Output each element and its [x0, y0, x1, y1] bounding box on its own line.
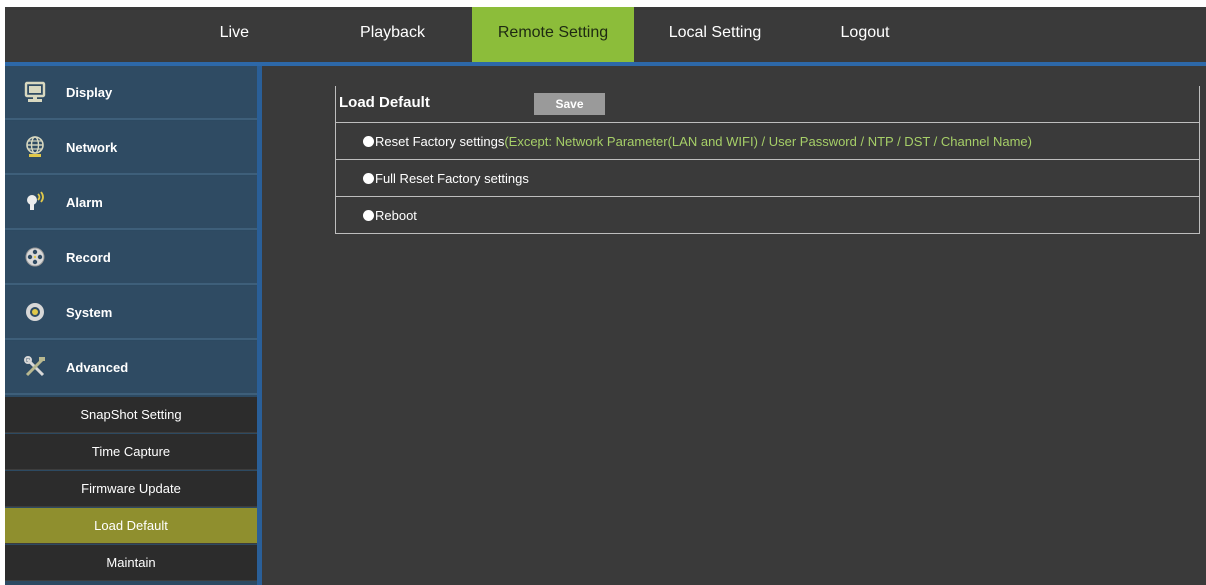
submenu-item-time-capture[interactable]: Time Capture	[5, 434, 257, 470]
reset-factory-radio[interactable]	[363, 136, 374, 147]
reboot-option[interactable]: Reboot	[363, 197, 417, 234]
reset-factory-label: Reset Factory settings	[375, 134, 505, 149]
gear-icon	[26, 303, 44, 321]
option-row-reset-factory: Reset Factory settings(Except: Network P…	[336, 123, 1199, 160]
sidebar-item-label: Alarm	[66, 195, 103, 210]
full-reset-label: Full Reset Factory settings	[375, 171, 529, 186]
nav-local-setting[interactable]: Local Setting	[645, 7, 785, 62]
film-reel-icon	[25, 247, 45, 267]
sidebar-item-advanced[interactable]: Advanced	[5, 341, 257, 395]
sidebar-item-record[interactable]: Record	[5, 231, 257, 285]
full-reset-option[interactable]: Full Reset Factory settings	[363, 160, 529, 197]
tools-icon	[24, 356, 45, 377]
load-default-panel: Load Default Save Reset Factory settings…	[335, 86, 1200, 234]
main-content: Load Default Save Reset Factory settings…	[262, 66, 1206, 585]
sidebar-item-label: System	[66, 305, 113, 320]
save-button[interactable]: Save	[534, 93, 605, 115]
full-reset-radio[interactable]	[363, 173, 374, 184]
reboot-radio[interactable]	[363, 210, 374, 221]
sidebar-item-label: Record	[66, 250, 111, 265]
submenu-item-maintain[interactable]: Maintain	[5, 545, 257, 581]
panel-header: Load Default Save	[336, 86, 1199, 123]
sidebar-item-label: Display	[66, 85, 113, 100]
page-title: Load Default	[339, 94, 430, 111]
sidebar-item-alarm[interactable]: Alarm	[5, 176, 257, 230]
sidebar-item-label: Advanced	[66, 360, 129, 375]
nav-live[interactable]: Live	[5, 7, 249, 62]
reset-factory-note: (Except: Network Parameter(LAN and WIFI)…	[504, 134, 1032, 149]
nav-live-label: Live	[219, 24, 249, 41]
submenu-item-snapshot-setting[interactable]: SnapShot Setting	[5, 397, 257, 433]
submenu-item-firmware-update[interactable]: Firmware Update	[5, 471, 257, 507]
option-row-full-reset: Full Reset Factory settings	[336, 160, 1199, 197]
sidebar-item-label: Network	[66, 140, 118, 155]
sidebar-item-system[interactable]: System	[5, 286, 257, 340]
sidebar-item-network[interactable]: Network	[5, 121, 257, 175]
nav-playback[interactable]: Playback	[330, 7, 455, 62]
globe-icon	[26, 136, 44, 157]
top-navigation: Live Playback Remote Setting Local Setti…	[5, 7, 1206, 62]
nav-logout[interactable]: Logout	[815, 7, 915, 62]
nav-remote-setting[interactable]: Remote Setting	[472, 7, 634, 62]
submenu-item-load-default[interactable]: Load Default	[5, 508, 257, 544]
option-row-reboot: Reboot	[336, 197, 1199, 234]
sidebar: Display Network Alarm Record System Adva…	[5, 66, 257, 585]
alarm-bulb-icon	[27, 191, 44, 210]
sidebar-item-display[interactable]: Display	[5, 66, 257, 120]
monitor-icon	[24, 81, 46, 102]
reboot-label: Reboot	[375, 208, 417, 223]
reset-factory-option[interactable]: Reset Factory settings(Except: Network P…	[363, 123, 1032, 160]
